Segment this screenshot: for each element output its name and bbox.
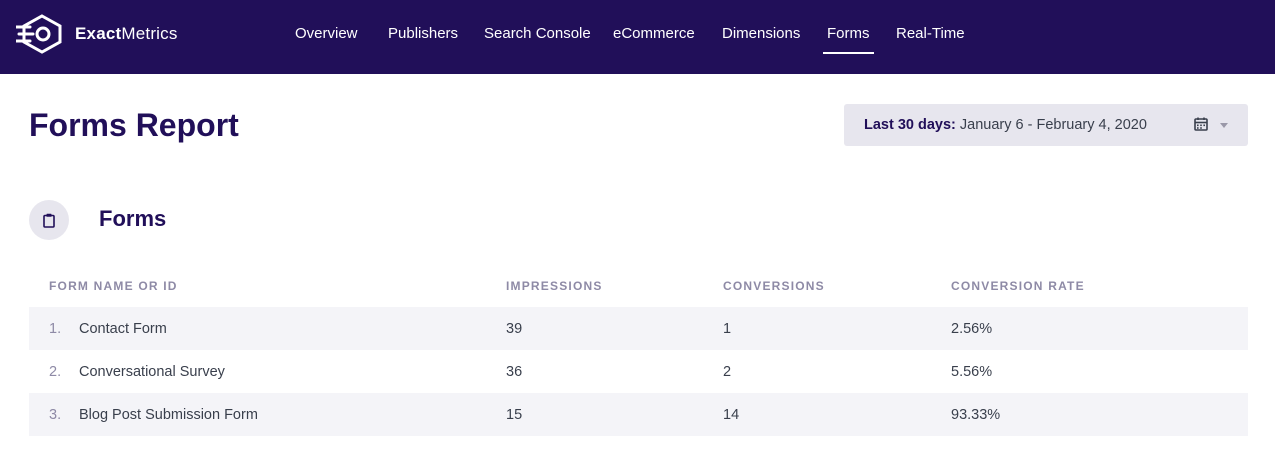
nav-item-publishers[interactable]: Publishers bbox=[388, 25, 458, 42]
table-row: 3. Blog Post Submission Form 15 14 93.33… bbox=[29, 393, 1248, 436]
table-row: 2. Conversational Survey 36 2 5.56% bbox=[29, 350, 1248, 393]
form-name: Contact Form bbox=[79, 321, 167, 337]
nav-item-overview[interactable]: Overview bbox=[295, 25, 358, 42]
exactmetrics-logo-icon[interactable] bbox=[16, 14, 66, 54]
calendar-icon bbox=[1194, 117, 1208, 136]
impressions-value: 15 bbox=[506, 407, 523, 423]
row-index: 3. bbox=[49, 407, 62, 423]
impressions-value: 39 bbox=[506, 321, 523, 337]
conversion-rate-value: 93.33% bbox=[951, 407, 1001, 423]
date-range-picker[interactable]: Last 30 days: January 6 - February 4, 20… bbox=[844, 104, 1248, 146]
impressions-value: 36 bbox=[506, 364, 523, 380]
conversions-value: 2 bbox=[723, 364, 732, 380]
date-range-value: January 6 - February 4, 2020 bbox=[959, 117, 1147, 133]
conversion-rate-value: 2.56% bbox=[951, 321, 993, 337]
section-title: Forms bbox=[99, 206, 167, 231]
top-navigation-bar: ExactMetrics Overview Publishers Search … bbox=[0, 0, 1275, 74]
form-name: Conversational Survey bbox=[79, 364, 225, 380]
date-range-label: Last 30 days: bbox=[864, 117, 956, 133]
table-row: 1. Contact Form 39 1 2.56% bbox=[29, 307, 1248, 350]
brand-name[interactable]: ExactMetrics bbox=[75, 24, 178, 44]
chevron-down-icon bbox=[1220, 123, 1228, 128]
conversions-value: 1 bbox=[723, 321, 732, 337]
column-header-conversion-rate[interactable]: CONVERSION RATE bbox=[951, 279, 1085, 293]
nav-item-dimensions[interactable]: Dimensions bbox=[722, 25, 800, 42]
conversion-rate-value: 5.56% bbox=[951, 364, 993, 380]
brand-name-bold: Exact bbox=[75, 24, 122, 43]
nav-item-ecommerce[interactable]: eCommerce bbox=[613, 25, 695, 42]
nav-item-forms[interactable]: Forms bbox=[823, 25, 873, 54]
clipboard-icon bbox=[29, 200, 69, 240]
form-name: Blog Post Submission Form bbox=[79, 407, 258, 423]
column-header-form-name[interactable]: FORM NAME OR ID bbox=[49, 279, 178, 293]
date-range-text: Last 30 days: January 6 - February 4, 20… bbox=[864, 117, 1147, 133]
page-title: Forms Report bbox=[29, 107, 239, 143]
column-header-conversions[interactable]: CONVERSIONS bbox=[723, 279, 825, 293]
row-index: 2. bbox=[49, 364, 62, 380]
conversions-value: 14 bbox=[723, 407, 740, 423]
column-header-impressions[interactable]: IMPRESSIONS bbox=[506, 279, 603, 293]
row-index: 1. bbox=[49, 321, 62, 337]
brand-name-regular: Metrics bbox=[121, 24, 178, 43]
nav-item-search-console[interactable]: Search Console bbox=[484, 25, 591, 42]
nav-item-real-time[interactable]: Real-Time bbox=[896, 25, 965, 42]
